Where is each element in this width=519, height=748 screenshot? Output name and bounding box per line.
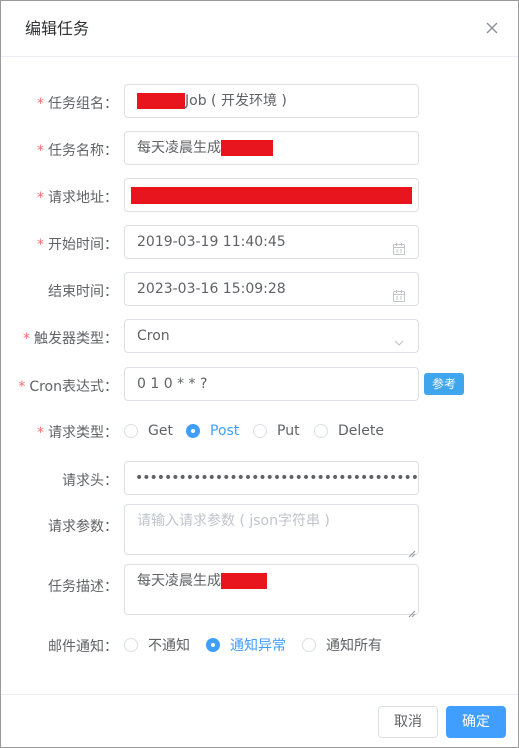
dialog-footer: 取消 确定 [1, 694, 518, 747]
radio-label: Delete [338, 423, 384, 439]
calendar-icon [392, 236, 406, 255]
confirm-button[interactable]: 确定 [446, 706, 506, 738]
resize-handle-icon[interactable] [408, 544, 416, 558]
radio-notify-error[interactable]: 通知异常 [206, 635, 286, 655]
trigger-label: * 触发器类型： [23, 331, 118, 347]
end-time-input[interactable]: 2023-03-16 15:09:28 [124, 272, 419, 306]
cron-reference-button[interactable]: 参考 [424, 373, 464, 395]
radio-label: Put [277, 423, 300, 439]
cancel-button[interactable]: 取消 [378, 706, 438, 738]
dialog-title: 编辑任务 [25, 19, 90, 38]
radio-label: 通知所有 [326, 638, 382, 654]
resize-handle-icon[interactable] [408, 604, 416, 618]
radio-label: 通知异常 [230, 638, 286, 654]
url-label: * 请求地址： [37, 190, 118, 206]
params-textarea[interactable]: 请输入请求参数 ( json字符串 ) [124, 504, 419, 558]
radio-circle[interactable] [124, 638, 138, 652]
edit-task-dialog: 编辑任务 * 任务组名： Job ( 开发环境 ) * 任务名称： 每天凌晨生成 *… [0, 0, 519, 748]
radio-put[interactable]: Put [253, 421, 300, 441]
params-label: 请求参数： [48, 519, 118, 535]
start-time-input[interactable]: 2019-03-19 11:40:45 [124, 225, 419, 259]
radio-circle[interactable] [314, 424, 328, 438]
redacted-block [221, 573, 267, 589]
radio-delete[interactable]: Delete [314, 421, 384, 441]
cron-label: * Cron表达式： [18, 379, 118, 395]
radio-notify-all[interactable]: 通知所有 [302, 635, 382, 655]
radio-circle-selected[interactable] [186, 424, 200, 438]
description-textarea[interactable]: 每天凌晨生成 [124, 564, 419, 618]
redacted-block [137, 93, 185, 109]
end-label: 结束时间： [48, 284, 118, 300]
dialog-header: 编辑任务 [1, 1, 518, 57]
radio-get[interactable]: Get [124, 421, 173, 441]
trigger-type-select[interactable]: Cron [124, 319, 419, 353]
radio-label: Post [210, 423, 240, 439]
calendar-icon [392, 283, 406, 302]
method-label: * 请求类型： [37, 425, 118, 441]
radio-circle[interactable] [253, 424, 267, 438]
start-label: * 开始时间： [37, 237, 118, 253]
redacted-block [221, 140, 273, 156]
required-mark: * [37, 425, 44, 441]
params-placeholder: 请输入请求参数 ( json字符串 ) [137, 513, 330, 529]
headers-label: 请求头： [62, 473, 118, 489]
radio-circle[interactable] [124, 424, 138, 438]
close-icon[interactable] [484, 20, 500, 36]
required-mark: * [37, 96, 44, 112]
mail-label: 邮件通知： [48, 639, 118, 655]
request-url-input[interactable] [124, 178, 419, 212]
desc-label: 任务描述： [48, 579, 118, 595]
radio-post[interactable]: Post [186, 421, 239, 441]
task-name-input[interactable]: 每天凌晨生成 [124, 131, 419, 165]
required-mark: * [18, 379, 26, 395]
chevron-down-icon [392, 330, 406, 346]
required-mark: * [37, 190, 44, 206]
radio-circle-selected[interactable] [206, 638, 220, 652]
radio-circle[interactable] [302, 638, 316, 652]
headers-input[interactable]: ••••••••••••••••••••••••••••••••••••••••… [124, 461, 419, 495]
task-group-input[interactable]: Job ( 开发环境 ) [124, 84, 419, 118]
required-mark: * [23, 331, 30, 347]
radio-label: Get [148, 423, 173, 439]
required-mark: * [37, 143, 44, 159]
redacted-block [131, 186, 412, 204]
group-label: * 任务组名： [37, 96, 118, 112]
radio-label: 不通知 [148, 638, 190, 654]
name-label: * 任务名称： [37, 143, 118, 159]
radio-no-notify[interactable]: 不通知 [124, 635, 190, 655]
cron-expression-input[interactable]: 0 1 0 * * ? [124, 367, 419, 401]
required-mark: * [37, 237, 44, 253]
